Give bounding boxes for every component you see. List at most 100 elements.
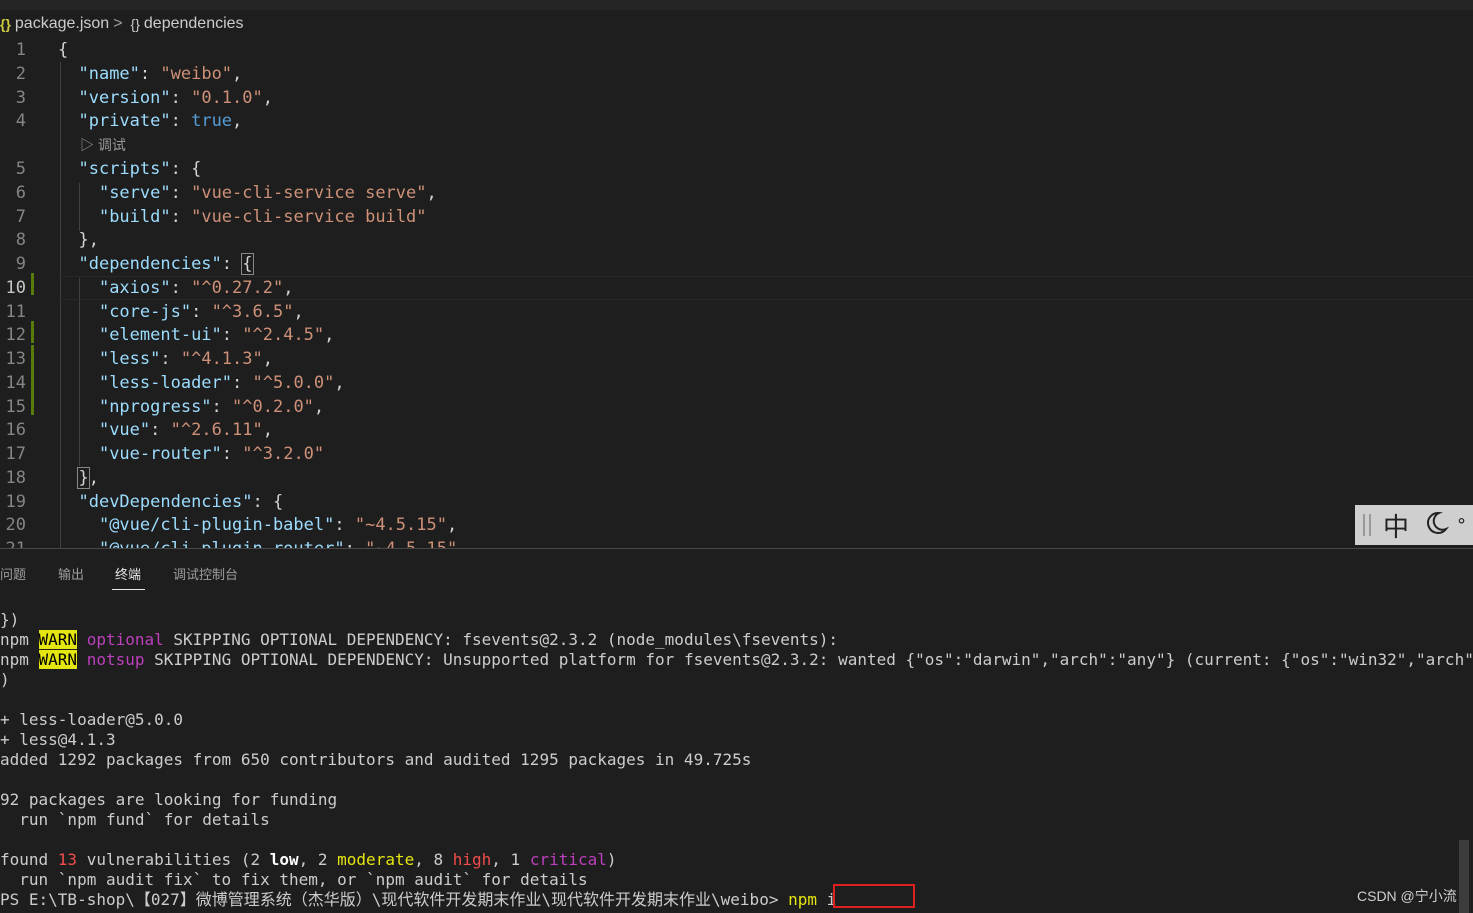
code-line[interactable]: 10 "axios": "^0.27.2",: [0, 275, 1473, 300]
line-code: "less-loader": "^5.0.0",: [58, 371, 345, 395]
code-line[interactable]: 2 "name": "weibo",: [0, 62, 1473, 86]
code-token: "less-loader": [98, 372, 233, 393]
code-line[interactable]: 5 "scripts": {: [0, 157, 1473, 181]
code-line[interactable]: 15 "nprogress": "^0.2.0",: [0, 395, 1473, 419]
line-number: 5: [15, 159, 26, 179]
chinese-mode-indicator[interactable]: 中: [1383, 507, 1409, 544]
code-line[interactable]: 6 "serve": "vue-cli-service serve",: [0, 181, 1473, 205]
code-line[interactable]: 14 "less-loader": "^5.0.0",: [0, 371, 1473, 395]
line-code: "vue": "^2.6.11",: [58, 418, 273, 442]
line-number: 1: [15, 40, 26, 60]
line-code: },: [58, 228, 98, 252]
line-number: 10: [5, 277, 26, 298]
code-token: ,: [334, 372, 345, 393]
code-token: "dependencies": [78, 254, 222, 274]
code-token: {: [58, 40, 69, 60]
terminal-line: ): [0, 670, 10, 690]
code-token: "version": [78, 87, 171, 108]
code-line[interactable]: 7 "build": "vue-cli-service build": [0, 205, 1473, 229]
code-line[interactable]: 18 },: [0, 466, 1473, 490]
code-line[interactable]: 17 "vue-router": "^3.2.0": [0, 442, 1473, 466]
terminal-text: SKIPPING OPTIONAL DEPENDENCY: fsevents@2…: [163, 630, 839, 649]
terminal-text: ): [0, 670, 10, 689]
line-number: 13: [5, 349, 26, 369]
breadcrumb: {} package.json > {} dependencies: [0, 10, 1473, 38]
line-code: "less": "^4.1.3",: [58, 347, 273, 371]
code-token: :: [221, 254, 243, 274]
code-token: "build": [98, 206, 171, 227]
tab-output[interactable]: 输出: [58, 564, 84, 583]
tab-terminal[interactable]: 终端: [115, 564, 141, 583]
code-token: :: [160, 349, 181, 369]
code-token: "vue-cli-service build": [191, 206, 427, 227]
code-token: "^2.4.5": [242, 325, 325, 346]
terminal-text: run `npm fund` for details: [0, 810, 270, 829]
terminal-line: added 1292 packages from 650 contributor…: [0, 750, 751, 770]
terminal-text: , 1: [491, 850, 530, 869]
line-code: },: [58, 466, 99, 490]
code-token: "^0.2.0": [232, 396, 314, 417]
code-editor[interactable]: ▷ 调试 1{2 "name": "weibo", 3 "version": "0.…: [0, 38, 1473, 548]
terminal-text: notsup: [86, 650, 145, 669]
code-token: :: [232, 372, 253, 393]
code-line[interactable]: 4 "private": true,: [0, 109, 1473, 133]
terminal-text: critical: [529, 850, 607, 869]
code-line[interactable]: 11 "core-js": "^3.6.5",: [0, 300, 1473, 324]
line-number: 16: [5, 420, 26, 441]
line-number: 9: [15, 254, 26, 274]
code-line[interactable]: 3 "version": "0.1.0",: [0, 86, 1473, 110]
code-token: "@vue/cli-plugin-babel": [98, 515, 335, 536]
code-token: :: [221, 325, 243, 346]
terminal-text: ): [606, 850, 617, 869]
tab-debug-console[interactable]: 调试控制台: [173, 564, 238, 583]
code-line[interactable]: 1{: [0, 38, 1473, 62]
ime-toolbar[interactable]: 中 °: [1355, 505, 1473, 545]
code-line[interactable]: 16 "vue": "^2.6.11",: [0, 418, 1473, 442]
terminal-line: 92 packages are looking for funding: [0, 790, 337, 810]
line-number: 7: [15, 206, 26, 227]
code-token: "vue-router": [98, 444, 222, 464]
punctuation-mode-icon[interactable]: °: [1457, 515, 1466, 536]
breadcrumb-symbol[interactable]: dependencies: [144, 15, 244, 33]
tab-problems[interactable]: 问题: [0, 564, 26, 583]
moon-icon[interactable]: [1423, 510, 1450, 540]
line-number: 3: [15, 87, 26, 108]
drag-handle[interactable]: [1363, 514, 1371, 536]
code-line[interactable]: 13 "less": "^4.1.3",: [0, 347, 1473, 371]
code-token: ,: [262, 87, 273, 108]
debug-codelens[interactable]: ▷ 调试: [80, 133, 126, 157]
terminal-text: npm: [0, 630, 39, 649]
code-line[interactable]: 12 "element-ui": "^2.4.5",: [0, 323, 1473, 347]
terminal-text: run `npm audit fix` to fix them, or `npm…: [0, 870, 588, 889]
terminal-text: moderate: [337, 850, 415, 869]
code-line[interactable]: 8 },: [0, 228, 1473, 252]
terminal-text: optional: [86, 630, 164, 649]
line-code: "axios": "^0.27.2",: [58, 276, 294, 300]
code-line[interactable]: 19 "devDependencies": {: [0, 490, 1473, 514]
code-line[interactable]: 9 "dependencies": {: [0, 252, 1473, 276]
terminal-text: , 2: [298, 850, 338, 869]
code-token: "vue": [98, 420, 151, 441]
panel-tabs: 问题 输出 终端 调试控制台: [0, 556, 1473, 592]
line-code: "@vue/cli-plugin-router": "~4.5.15",: [58, 537, 468, 548]
json-file-icon: {}: [0, 16, 11, 32]
code-token: : {: [170, 159, 202, 179]
code-token: ,: [88, 467, 99, 488]
code-line[interactable]: 20 "@vue/cli-plugin-babel": "~4.5.15",: [0, 513, 1473, 537]
watermark: CSDN @宁小流: [1357, 888, 1457, 904]
code-line[interactable]: 21 "@vue/cli-plugin-router": "~4.5.15",: [0, 537, 1473, 548]
breadcrumb-file[interactable]: package.json: [15, 15, 109, 33]
code-token: :: [221, 444, 243, 464]
code-token: ,: [283, 277, 294, 298]
terminal-scrollbar[interactable]: [1459, 840, 1469, 913]
